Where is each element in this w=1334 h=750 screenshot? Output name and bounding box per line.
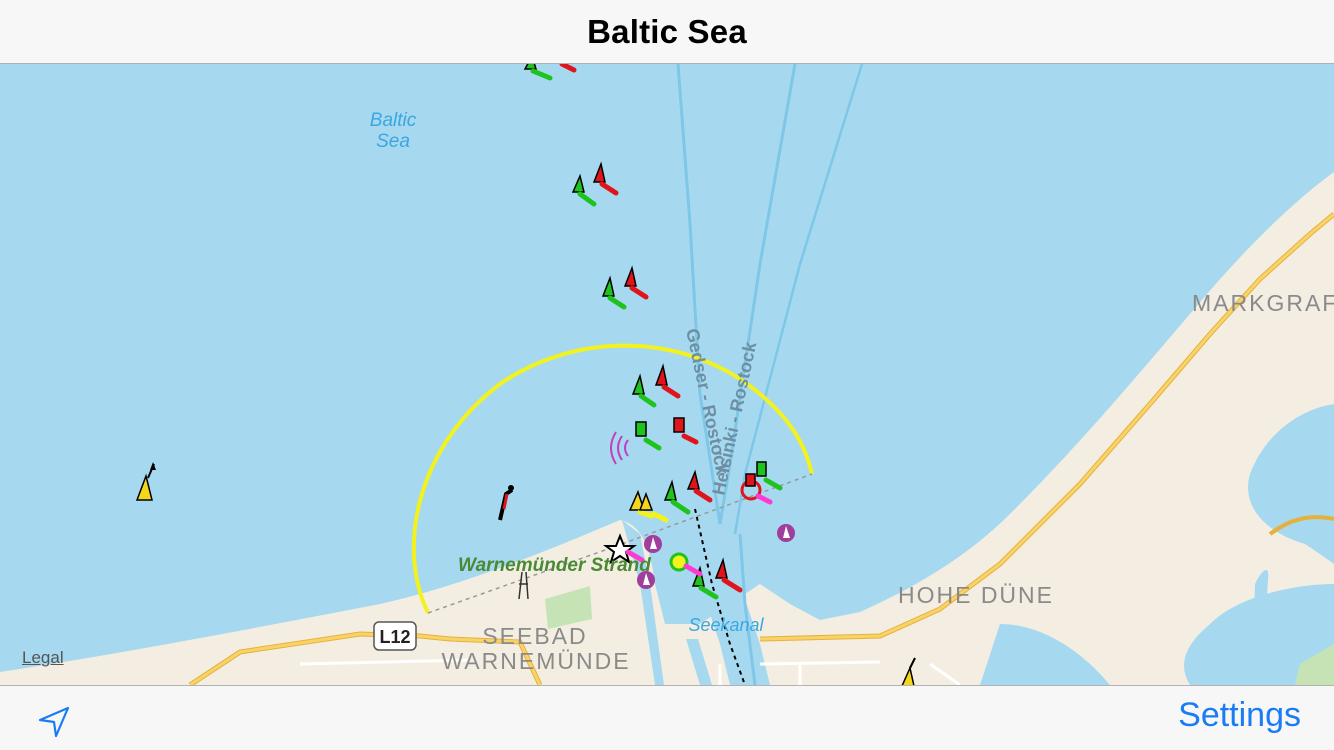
settings-button[interactable]: Settings xyxy=(1178,696,1301,735)
canal-label: Seekanal xyxy=(688,615,764,635)
marina-icon-3[interactable] xyxy=(777,524,795,542)
sea-label-line2: Sea xyxy=(376,131,410,152)
district-label: HOHE DÜNE xyxy=(898,582,1054,608)
road-shield-l12: L12 xyxy=(373,621,417,651)
page-title: Baltic Sea xyxy=(587,12,747,50)
beach-label: Warnemünder Strand xyxy=(458,555,651,576)
legal-link[interactable]: Legal xyxy=(22,648,64,668)
marina-icon-1[interactable] xyxy=(644,535,662,553)
town-label-line1: SEEBAD xyxy=(482,623,587,649)
nautical-map[interactable]: Baltic Sea Warnemünder Strand SEEBAD WAR… xyxy=(0,64,1334,685)
navigation-bar: Baltic Sea xyxy=(0,0,1334,64)
current-location-button[interactable] xyxy=(34,702,74,742)
town-label-line2: WARNEMÜNDE xyxy=(441,648,630,674)
sea-label-line1: Baltic xyxy=(370,110,417,131)
map-canvas[interactable]: Baltic Sea Warnemünder Strand SEEBAD WAR… xyxy=(0,64,1334,685)
location-arrow-icon xyxy=(38,706,70,738)
bottom-toolbar: Settings xyxy=(0,685,1334,750)
road-shield-label: L12 xyxy=(379,627,410,647)
district-east-label: MARKGRAF xyxy=(1192,290,1334,316)
